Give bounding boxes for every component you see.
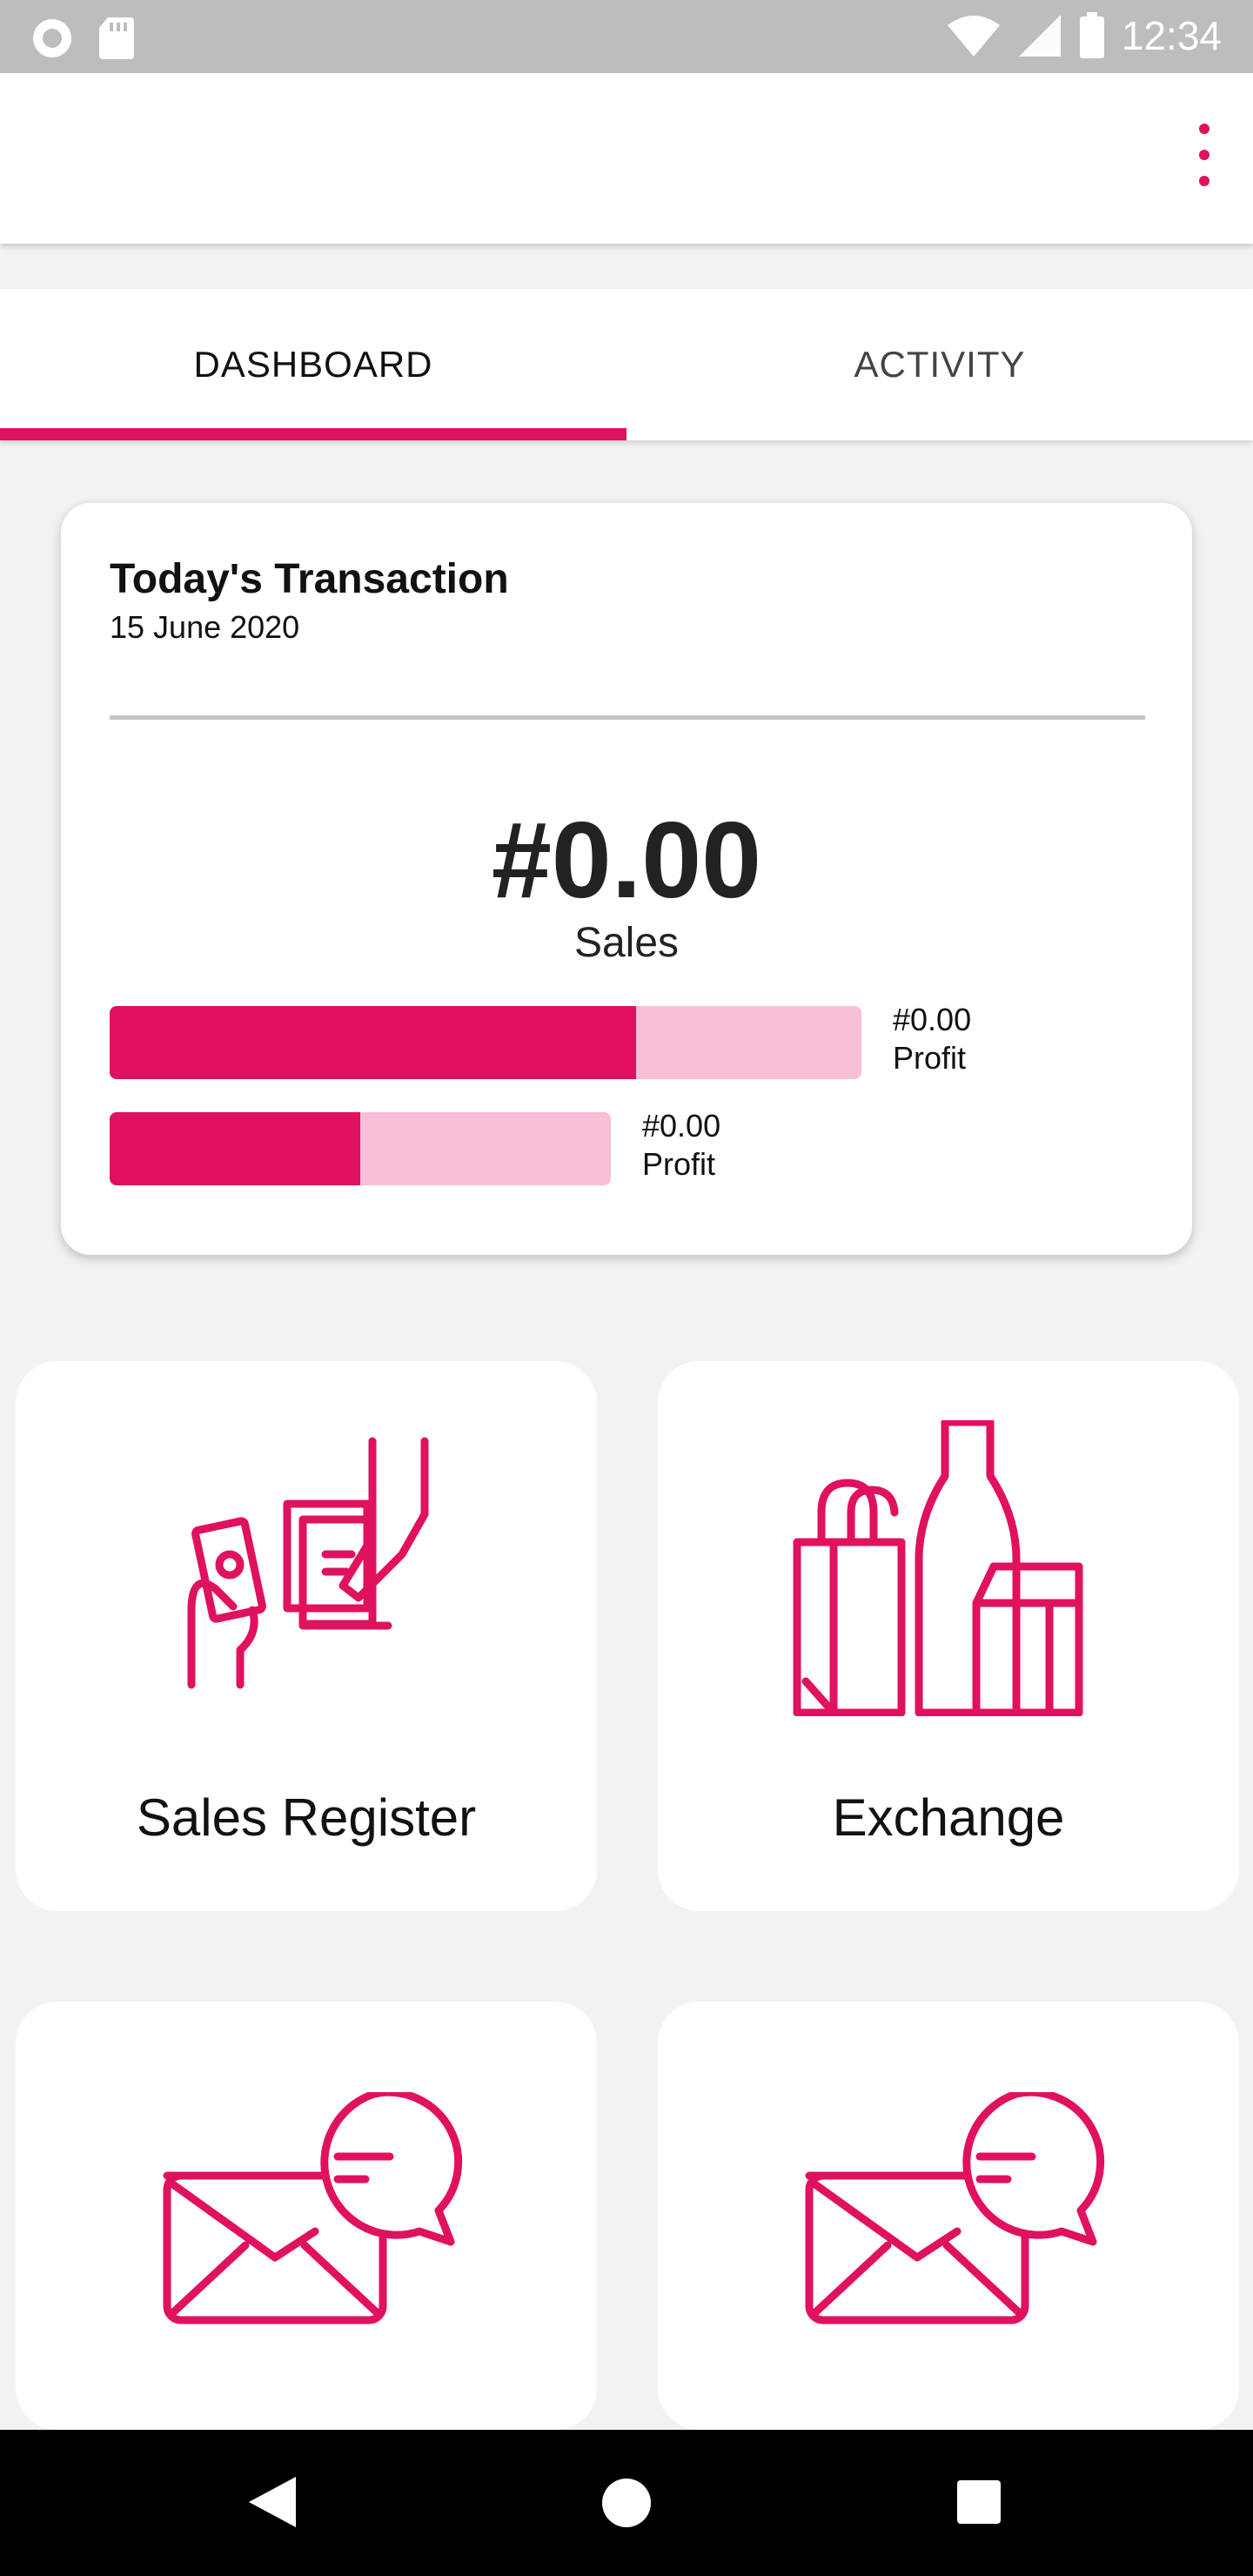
profit-value: #0.00: [642, 1108, 721, 1144]
exchange-tile[interactable]: Exchange: [658, 1361, 1239, 1911]
wifi-icon: [947, 16, 1000, 57]
more-vert-icon[interactable]: [1189, 124, 1220, 186]
profit-legend: #0.00 Profit: [642, 1107, 720, 1184]
profit-bar-fill: [110, 1006, 636, 1079]
status-time: 12:34: [1121, 13, 1222, 58]
sales-label: Sales: [573, 920, 680, 966]
transaction-title: Today's Transaction: [110, 556, 509, 602]
mail-chat-icon: [163, 2092, 463, 2324]
profit-legend: #0.00 Profit: [893, 1001, 971, 1077]
back-icon[interactable]: [245, 2473, 299, 2531]
mail-chat-icon: [805, 2092, 1105, 2324]
navigation-bar: [0, 2430, 1253, 2576]
sales-register-label: Sales Register: [136, 1788, 477, 1847]
exchange-label: Exchange: [832, 1788, 1065, 1847]
tab-bar: DASHBOARD ACTIVITY: [0, 289, 1253, 440]
tab-activity[interactable]: ACTIVITY: [626, 289, 1253, 440]
signal-icon: [1018, 15, 1061, 57]
tab-dashboard-label: DASHBOARD: [193, 344, 433, 385]
sd-card-icon: [99, 17, 134, 59]
home-icon[interactable]: [600, 2477, 653, 2529]
profit-bar-fill: [110, 1112, 360, 1185]
payment-hand-icon: [187, 1437, 429, 1689]
profit-bar: [110, 1112, 611, 1185]
profit-label: Profit: [642, 1146, 716, 1182]
tab-dashboard[interactable]: DASHBOARD: [0, 289, 626, 440]
record-icon: [33, 19, 71, 57]
mail-chat-tile[interactable]: [658, 2002, 1239, 2430]
profit-label: Profit: [893, 1040, 967, 1076]
status-bar: 12:34: [0, 0, 1253, 73]
transaction-card: Today's Transaction 15 June 2020 #0.00 S…: [61, 503, 1192, 1255]
groceries-icon: [793, 1420, 1083, 1716]
mail-chat-tile[interactable]: [16, 2002, 597, 2430]
sales-register-tile[interactable]: Sales Register: [16, 1361, 597, 1911]
profit-value: #0.00: [893, 1002, 972, 1037]
tab-indicator: [0, 428, 626, 440]
divider: [110, 715, 1145, 720]
recents-icon[interactable]: [955, 2479, 1002, 2526]
battery-icon: [1079, 12, 1104, 58]
sales-amount: #0.00: [491, 801, 762, 921]
profit-bar: [110, 1006, 861, 1079]
transaction-date: 15 June 2020: [110, 609, 300, 645]
tab-activity-label: ACTIVITY: [854, 344, 1026, 385]
app-bar: [0, 73, 1253, 244]
